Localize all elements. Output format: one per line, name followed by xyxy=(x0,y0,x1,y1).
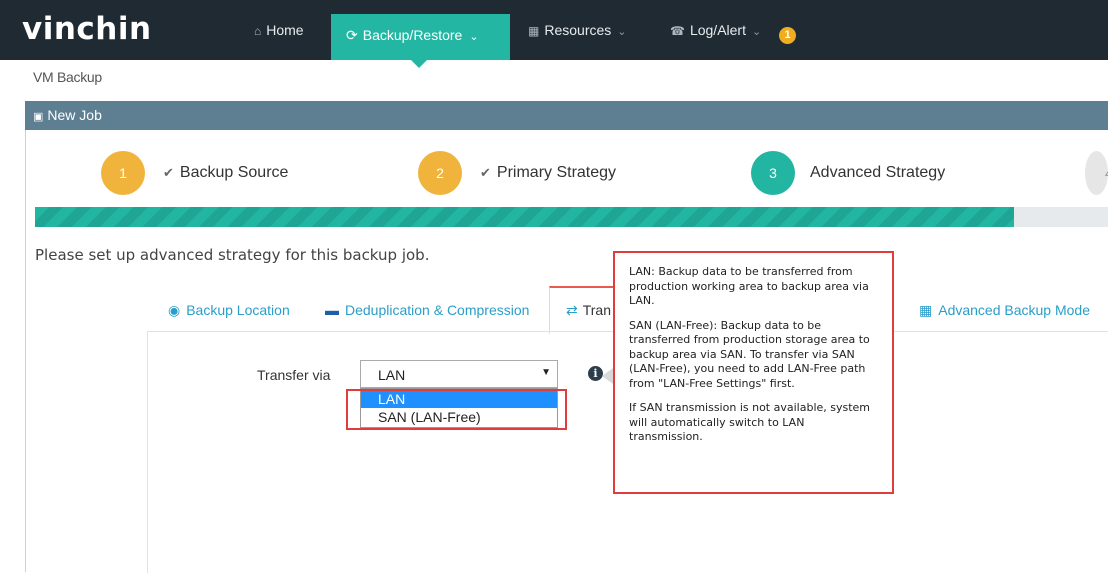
alert-count-badge[interactable]: 1 xyxy=(779,27,796,44)
panel-title: ▣ New Job xyxy=(33,107,102,123)
panel-title-text: New Job xyxy=(47,107,102,123)
nav-resources-label: Resources xyxy=(544,22,612,38)
transfer-via-label: Transfer via xyxy=(257,367,331,383)
breadcrumb: VM Backup xyxy=(33,69,102,85)
progress-fill xyxy=(35,207,1014,227)
chevron-down-icon: ⌄ xyxy=(617,26,627,38)
bell-icon: ☎ xyxy=(670,24,685,38)
tab-backup-location[interactable]: ◉ Backup Location xyxy=(168,302,290,319)
step-1-number[interactable]: 1 xyxy=(101,151,145,195)
transfer-icon: ⇄ xyxy=(566,302,578,318)
chevron-down-icon: ⌄ xyxy=(469,31,479,43)
check-icon: ✔ xyxy=(163,165,174,180)
transfer-via-select[interactable]: LAN ▼ xyxy=(360,360,558,388)
nav-home-label: Home xyxy=(266,22,304,38)
instructions-text: Please set up advanced strategy for this… xyxy=(35,246,430,264)
step-2-label: Primary Strategy xyxy=(496,164,617,181)
nav-resources[interactable]: ▦ Resources ⌄ xyxy=(528,19,626,41)
nav-backup-restore-label: Backup/Restore xyxy=(362,27,463,43)
step-4-number[interactable]: 4 xyxy=(1085,151,1108,195)
panel-header xyxy=(25,101,1108,130)
tab-advanced-backup-mode-label: Advanced Backup Mode xyxy=(938,302,1090,318)
step-2-number[interactable]: 2 xyxy=(418,151,462,195)
check-icon: ✔ xyxy=(480,165,491,180)
tooltip-arrow xyxy=(602,368,613,384)
step-3-label[interactable]: Advanced Strategy xyxy=(810,164,945,182)
tab-transfer[interactable]: ⇄ Tran xyxy=(566,302,611,319)
app-logo[interactable]: vinchin xyxy=(22,10,152,48)
tab-advanced-backup-mode[interactable]: ▦ Advanced Backup Mode xyxy=(919,302,1090,319)
refresh-icon: ⟳ xyxy=(346,27,358,43)
tooltip-paragraph-san: SAN (LAN-Free): Backup data to be transf… xyxy=(629,318,870,390)
step-3-number[interactable]: 3 xyxy=(751,151,795,195)
step-2[interactable]: ✔ Primary Strategy xyxy=(480,164,616,182)
chevron-down-icon: ⌄ xyxy=(752,26,762,38)
active-nav-pointer xyxy=(411,60,427,68)
nav-log-alert[interactable]: ☎ Log/Alert ⌄ xyxy=(670,19,761,41)
nav-home[interactable]: ⌂ Home xyxy=(254,19,304,41)
home-icon: ⌂ xyxy=(254,24,262,38)
grid-icon: ▦ xyxy=(528,24,540,38)
tab-dedup-compression[interactable]: ▬ Deduplication & Compression xyxy=(325,302,529,318)
nav-log-alert-label: Log/Alert xyxy=(689,22,746,38)
tooltip-paragraph-lan: LAN: Backup data to be transferred from … xyxy=(629,265,869,307)
map-pin-icon: ◉ xyxy=(168,302,181,318)
tab-transfer-label: Tran xyxy=(582,302,612,318)
transfer-via-selected: LAN xyxy=(378,367,406,383)
tab-backup-location-label: Backup Location xyxy=(186,302,290,318)
drive-icon: ▬ xyxy=(325,302,339,318)
step-1-label: Backup Source xyxy=(179,164,289,181)
annotation-highlight-box xyxy=(346,389,567,430)
tooltip-paragraph-fallback: If SAN transmission is not available, sy… xyxy=(629,401,871,443)
gift-icon: ▣ xyxy=(33,111,44,123)
info-icon[interactable]: i xyxy=(588,366,603,381)
transfer-help-tooltip: LAN: Backup data to be transferred from … xyxy=(613,251,894,494)
tab-dedup-compression-label: Deduplication & Compression xyxy=(345,302,530,318)
nav-backup-restore[interactable]: ⟳ Backup/Restore ⌄ xyxy=(331,14,510,60)
grid-icon: ▦ xyxy=(919,302,933,318)
step-1[interactable]: ✔ Backup Source xyxy=(163,164,288,182)
caret-down-icon: ▼ xyxy=(541,367,551,378)
